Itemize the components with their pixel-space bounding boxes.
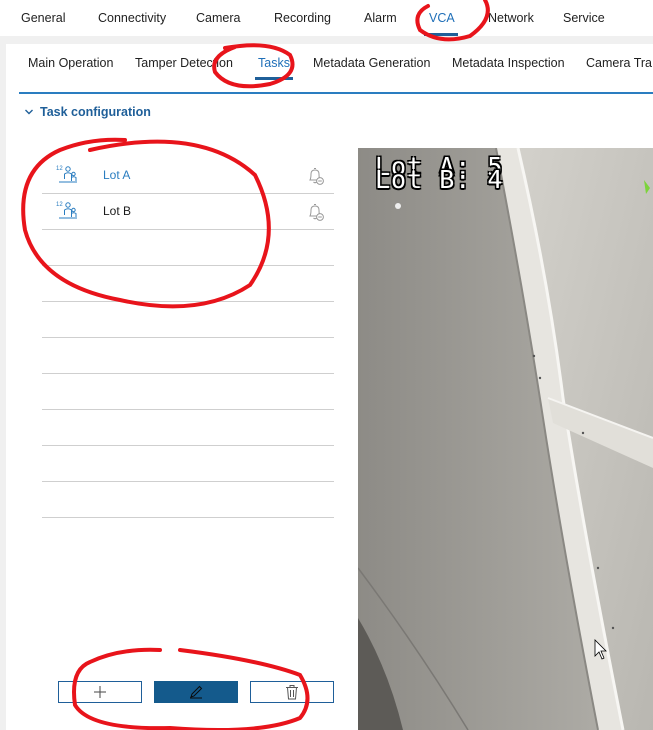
tab-general[interactable]: General: [21, 11, 65, 25]
plus-icon: [94, 686, 106, 698]
tab-tamper-detection[interactable]: Tamper Detection: [135, 56, 233, 70]
tab-recording[interactable]: Recording: [274, 11, 331, 25]
pencil-icon: [190, 685, 203, 699]
empty-task-row: [42, 410, 334, 446]
tab-network[interactable]: Network: [488, 11, 534, 25]
bell-muted-icon[interactable]: [304, 165, 326, 187]
task-icon-count: 12: [56, 166, 63, 172]
tab-vca[interactable]: VCA: [429, 11, 455, 25]
empty-task-row: [42, 446, 334, 482]
empty-task-row: [42, 302, 334, 338]
content-panel: Task configuration 12 Lot A 12 Lot B Lot…: [6, 80, 653, 730]
camera-scene: [358, 148, 653, 730]
tab-tasks[interactable]: Tasks: [258, 56, 290, 70]
tab-service[interactable]: Service: [563, 11, 605, 25]
tab-main-operation[interactable]: Main Operation: [28, 56, 113, 70]
empty-task-row: [42, 374, 334, 410]
task-icon-count: 12: [56, 202, 63, 208]
empty-task-row: [42, 482, 334, 518]
add-task-button[interactable]: [58, 681, 142, 703]
bell-muted-icon[interactable]: [304, 201, 326, 223]
video-overlay-count-lot-b: Lot B: 4: [375, 165, 504, 194]
sub-navigation: Main Operation Tamper Detection Tasks Me…: [6, 44, 653, 81]
task-list: 12 Lot A 12 Lot B: [42, 158, 334, 518]
empty-task-row: [42, 266, 334, 302]
edit-task-button[interactable]: [154, 681, 238, 703]
section-divider: [19, 92, 653, 94]
empty-task-row: [42, 338, 334, 374]
people-counting-icon: 12: [56, 202, 77, 219]
task-name: Lot A: [103, 168, 131, 182]
chevron-down-icon: [25, 109, 33, 115]
empty-task-row: [42, 230, 334, 266]
task-row-lot-a[interactable]: 12 Lot A: [42, 158, 334, 194]
tab-camera[interactable]: Camera: [196, 11, 240, 25]
task-configuration-header[interactable]: Task configuration: [24, 104, 151, 120]
main-navigation: General Connectivity Camera Recording Al…: [0, 0, 653, 36]
people-counting-icon: 12: [56, 166, 77, 183]
tab-alarm[interactable]: Alarm: [364, 11, 397, 25]
delete-task-button[interactable]: [250, 681, 334, 703]
task-row-lot-b[interactable]: 12 Lot B: [42, 194, 334, 230]
tab-metadata-generation[interactable]: Metadata Generation: [313, 56, 430, 70]
tab-metadata-inspection[interactable]: Metadata Inspection: [452, 56, 565, 70]
task-name: Lot B: [103, 204, 132, 218]
camera-live-view[interactable]: Lot A: 5 Lot B: 4: [358, 148, 653, 730]
tab-connectivity[interactable]: Connectivity: [98, 11, 166, 25]
trash-icon: [286, 685, 298, 700]
tab-camera-trainer[interactable]: Camera Tra: [586, 56, 652, 70]
section-title: Task configuration: [40, 105, 151, 119]
